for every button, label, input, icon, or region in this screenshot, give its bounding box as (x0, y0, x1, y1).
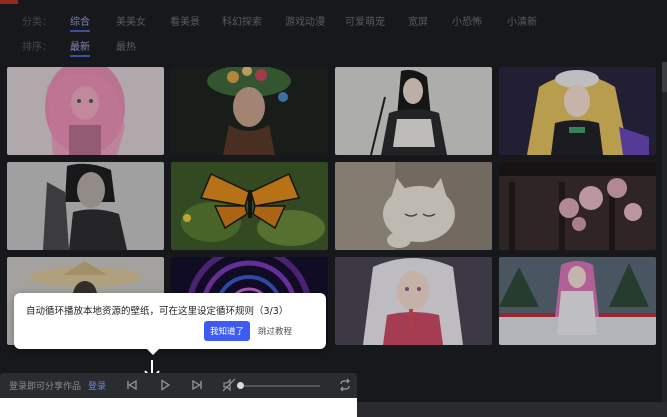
wallpaper-thumb-flower-crown-girl[interactable] (171, 67, 328, 155)
play-icon[interactable] (158, 378, 172, 392)
previous-track-icon[interactable] (125, 378, 139, 392)
grid-scrollbar-thumb[interactable] (662, 62, 667, 92)
guide-skip-link[interactable]: 跳过教程 (258, 325, 292, 337)
wallpaper-thumb-cherry-blossom[interactable] (499, 162, 656, 250)
guide-actions: 我知道了 跳过教程 (203, 321, 292, 341)
loop-rule-guide-tooltip: 自动循环播放本地资源的壁纸，可在这里设定循环规则（3/3） 我知道了 跳过教程 (14, 293, 326, 355)
wallpaper-thumb-cat[interactable] (335, 162, 492, 250)
category-label: 分类： (22, 16, 52, 28)
wallpaper-thumb-tattoo-portrait[interactable] (7, 162, 164, 250)
login-link[interactable]: 登录 (88, 379, 106, 392)
wallpaper-thumb-pink-hair-girl[interactable] (7, 67, 164, 155)
wallpaper-thumb-butterfly[interactable] (171, 162, 328, 250)
wallpaper-thumb-ink-swordswoman[interactable] (335, 67, 492, 155)
sort-tab-hottest[interactable]: 最热 (116, 38, 136, 53)
share-prompt-text: 登录即可分享作品 (9, 382, 82, 392)
category-tab-fresh[interactable]: 小清新 (507, 13, 537, 28)
category-tab-widescreen[interactable]: 宽屏 (408, 13, 428, 28)
app-logo-accent (0, 0, 18, 4)
category-tab-pets[interactable]: 可爱萌宠 (345, 13, 385, 28)
volume-slider-handle[interactable] (237, 382, 244, 389)
mute-volume-icon[interactable] (222, 378, 236, 392)
sort-tab-newest[interactable]: 最新 (70, 38, 90, 57)
wallpaper-thumb-white-hair-girl[interactable] (335, 257, 492, 345)
guide-confirm-button[interactable]: 我知道了 (203, 321, 250, 341)
category-tab-scifi[interactable]: 科幻探索 (222, 13, 262, 28)
next-track-icon[interactable] (190, 378, 204, 392)
grid-scrollbar[interactable] (662, 62, 667, 402)
sort-label: 排序： (22, 41, 52, 53)
wallpaper-thumb-blonde-captain[interactable] (499, 67, 656, 155)
loop-rule-icon[interactable] (338, 378, 352, 392)
category-tab-game-anime[interactable]: 游戏动漫 (285, 13, 325, 28)
volume-slider-track[interactable] (240, 385, 320, 387)
player-bottom-panel (0, 398, 357, 417)
wallpaper-player-bar: 登录即可分享作品 登录 (0, 373, 357, 398)
category-tab-horror[interactable]: 小恐怖 (452, 13, 482, 28)
category-tab-scenery[interactable]: 看美景 (170, 13, 200, 28)
guide-message: 自动循环播放本地资源的壁纸，可在这里设定循环规则（3/3） (26, 306, 289, 317)
category-tab-comprehensive[interactable]: 综合 (70, 13, 90, 32)
category-tab-beauty[interactable]: 美美女 (116, 13, 146, 28)
status-strip (357, 402, 667, 417)
wallpaper-thumb-snowy-girl[interactable] (499, 257, 656, 345)
